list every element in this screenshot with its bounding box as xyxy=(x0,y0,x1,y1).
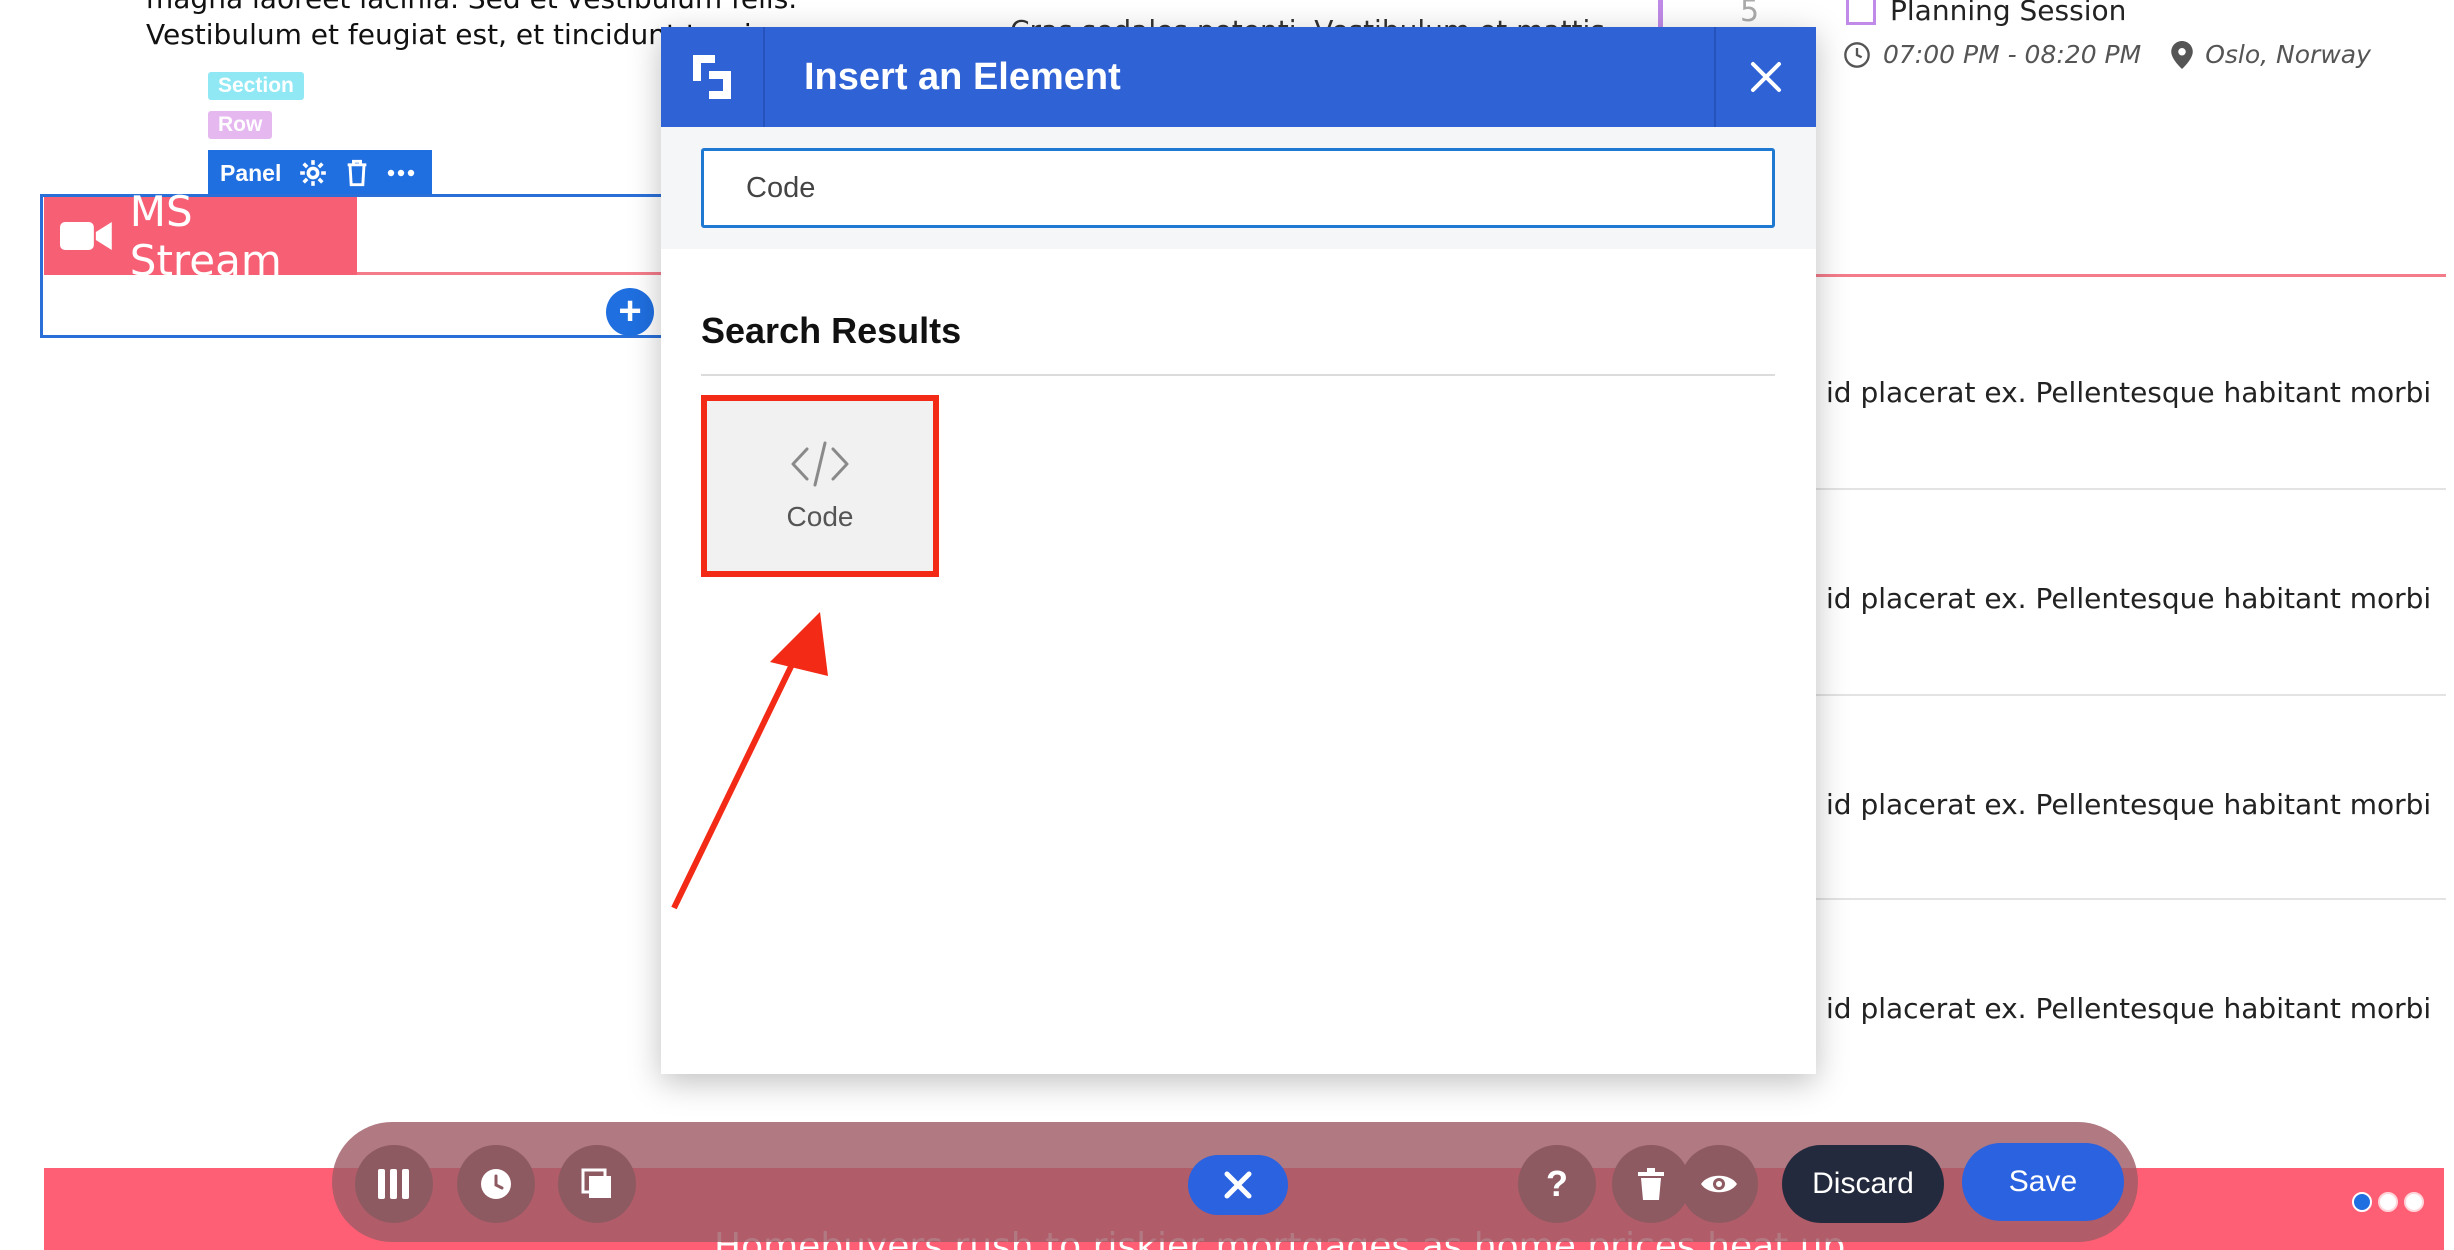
panel-label[interactable]: Panel xyxy=(220,160,281,187)
row-chip[interactable]: Row xyxy=(208,111,273,139)
gear-icon[interactable] xyxy=(299,159,327,187)
stream-underline-right xyxy=(1816,274,2446,277)
help-icon: ? xyxy=(1546,1163,1568,1204)
layers-button[interactable] xyxy=(558,1145,636,1223)
slider-dot[interactable] xyxy=(2404,1192,2424,1212)
results-divider xyxy=(701,374,1775,376)
modal-header: Insert an Element xyxy=(661,27,1816,127)
builder-logo-icon xyxy=(693,55,731,99)
list-divider xyxy=(1816,694,2446,696)
add-element-button[interactable]: + xyxy=(606,288,654,336)
event-checkbox[interactable] xyxy=(1846,0,1876,25)
more-icon[interactable] xyxy=(387,168,415,178)
stream-underline-left xyxy=(357,272,667,275)
layers-icon xyxy=(581,1168,611,1198)
code-element-label: Code xyxy=(786,501,854,532)
location-pin-icon xyxy=(2171,40,2193,69)
search-area xyxy=(661,127,1816,249)
columns-button[interactable] xyxy=(355,1145,433,1223)
delete-button[interactable] xyxy=(1612,1145,1690,1223)
close-icon xyxy=(1224,1171,1252,1199)
save-button[interactable]: Save xyxy=(1962,1143,2124,1221)
event-time: 07:00 PM - 08:20 PM xyxy=(1883,40,2142,69)
clock-icon xyxy=(1844,41,1870,68)
ms-stream-header: MS Stream xyxy=(44,187,357,285)
search-results-title: Search Results xyxy=(701,310,962,351)
builder-toolbar: ? Discard Save xyxy=(332,1122,2138,1242)
history-button[interactable] xyxy=(457,1145,535,1223)
event-location: Oslo, Norway xyxy=(2205,40,2371,69)
history-icon xyxy=(481,1169,511,1199)
toolbar-close-button[interactable] xyxy=(1188,1155,1288,1215)
modal-close-button[interactable] xyxy=(1714,27,1816,127)
columns-icon xyxy=(378,1169,409,1199)
list-item: id placerat ex. Pellentesque habitant mo… xyxy=(1826,582,2432,615)
eye-icon xyxy=(1701,1175,1737,1193)
event-number: 5 xyxy=(1740,0,1760,29)
builder-logo xyxy=(661,27,765,127)
slider-dots[interactable] xyxy=(2352,1192,2424,1212)
discard-button[interactable]: Discard xyxy=(1782,1145,1944,1223)
list-divider xyxy=(1816,898,2446,900)
event-accent-bar xyxy=(1658,0,1663,28)
trash-icon[interactable] xyxy=(345,159,369,187)
preview-button[interactable] xyxy=(1680,1145,1758,1223)
help-button[interactable]: ? xyxy=(1518,1145,1596,1223)
list-divider xyxy=(1816,488,2446,490)
slider-dot[interactable] xyxy=(2378,1192,2398,1212)
modal-title: Insert an Element xyxy=(804,56,1121,98)
video-camera-icon xyxy=(60,222,112,250)
background-text-line-1: magna laoreet lacinia. Sed et vestibulum… xyxy=(146,0,797,15)
list-item: id placerat ex. Pellentesque habitant mo… xyxy=(1826,992,2432,1025)
element-search-input[interactable] xyxy=(701,148,1775,228)
list-item: id placerat ex. Pellentesque habitant mo… xyxy=(1826,376,2432,409)
code-icon xyxy=(791,441,849,487)
trash-icon xyxy=(1638,1168,1664,1200)
list-item: id placerat ex. Pellentesque habitant mo… xyxy=(1826,788,2432,821)
event-meta-row: 07:00 PM - 08:20 PM Oslo, Norway xyxy=(1843,40,2371,69)
slider-dot[interactable] xyxy=(2352,1192,2372,1212)
event-title[interactable]: Planning Session xyxy=(1890,0,2126,27)
annotation-arrow xyxy=(671,612,828,910)
close-icon xyxy=(1751,62,1781,92)
section-chip[interactable]: Section xyxy=(208,72,304,100)
ms-stream-label: MS Stream xyxy=(129,187,282,285)
code-element-tile[interactable]: Code xyxy=(701,395,939,577)
